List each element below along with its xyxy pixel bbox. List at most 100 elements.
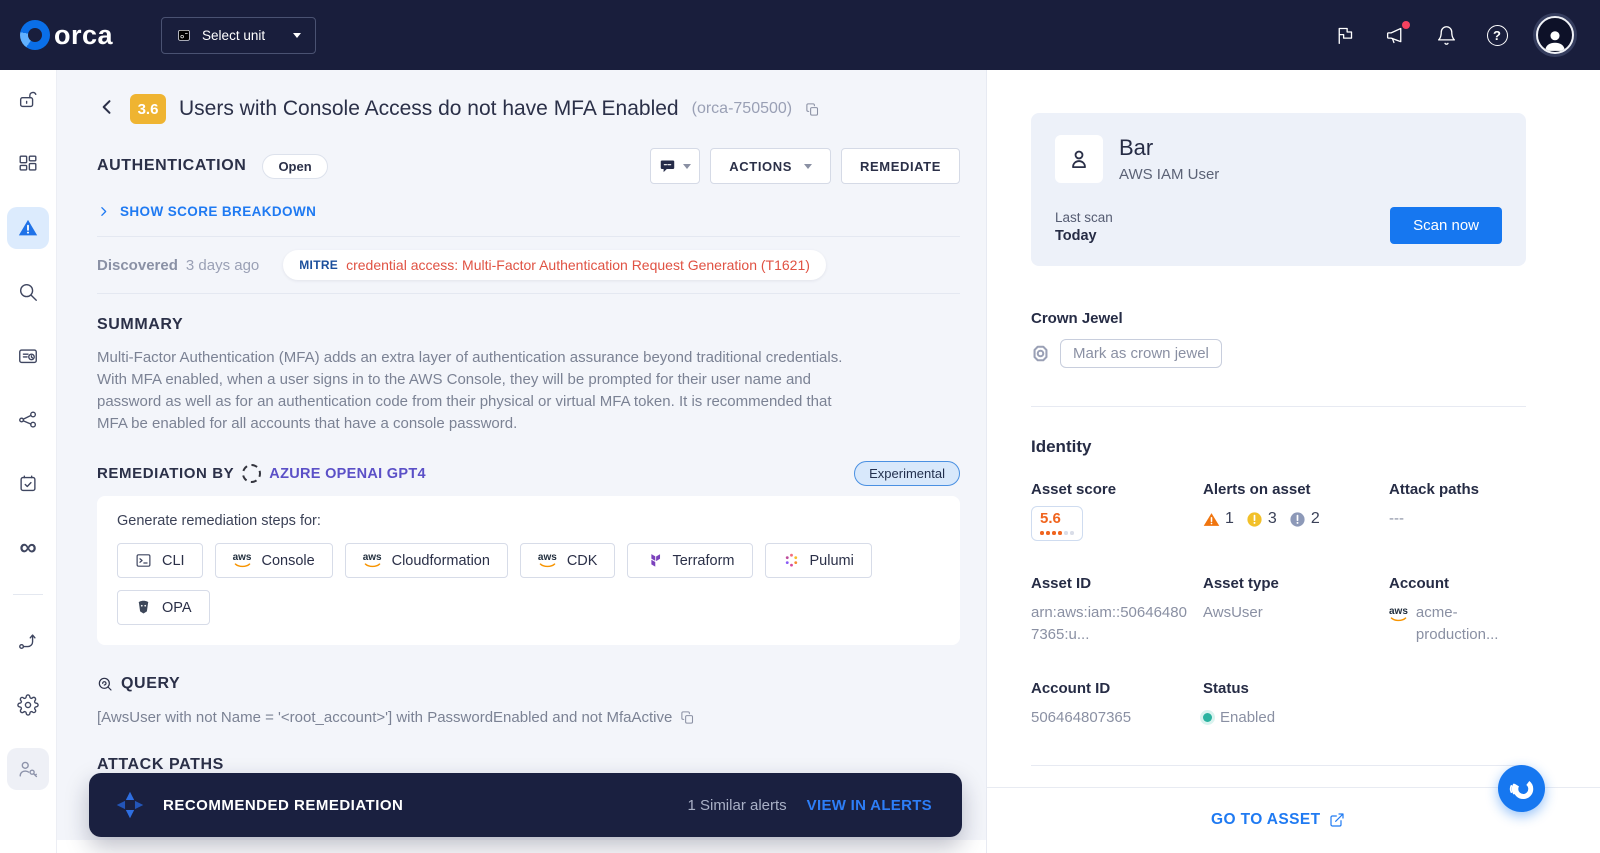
generate-steps-label: Generate remediation steps for: [117,513,321,529]
aws-icon: aws [538,553,557,568]
severity-medium-count: 3 [1246,510,1277,528]
remediation-target-console[interactable]: aws Console [214,543,333,578]
user-avatar[interactable] [1536,16,1574,54]
data-flow-icon [19,634,36,650]
query-heading: QUERY [121,675,181,692]
divider [97,293,960,294]
flag-icon[interactable] [1332,23,1356,47]
account-value: acme-production... [1415,603,1499,643]
sidebar-divider [13,594,43,595]
aws-icon: aws [1389,606,1408,646]
sidebar-item-search[interactable] [7,271,49,313]
remediate-button[interactable]: REMEDIATE [841,148,960,184]
sidebar-item-identity-access[interactable] [7,748,49,790]
chevron-left-icon [102,99,111,114]
account-label: Account [1389,574,1449,592]
alert-score-badge: 3.6 [130,94,166,124]
remediation-target-cdk[interactable]: aws CDK [519,543,616,578]
crown-jewel-heading: Crown Jewel [1031,310,1123,327]
copy-query-button[interactable] [680,710,695,725]
asset-type-value: AwsUser [1203,603,1263,621]
orca-assistant-button[interactable] [1498,765,1545,812]
summary-heading: SUMMARY [97,316,184,333]
status-badge[interactable]: Open [262,153,328,179]
sidebar-item-attack-graph[interactable] [7,399,49,441]
recommended-remediation-title: RECOMMENDED REMEDIATION [163,796,404,814]
asset-card: Bar AWS IAM User Last scan Today Scan no… [1031,113,1526,266]
account-id-value: 506464807365 [1031,708,1132,726]
show-score-breakdown-link[interactable]: SHOW SCORE BREAKDOWN [97,204,960,219]
divider [1031,406,1526,407]
remediation-by-label: REMEDIATION BY [97,465,235,482]
asset-score-value: 5.6 [1040,510,1061,527]
status-enabled-dot [1203,712,1212,722]
unit-icon [178,29,190,41]
announcements-badge-dot [1402,21,1410,29]
info-severity-icon [1290,511,1305,527]
comments-button[interactable] [650,148,701,184]
alert-triangle-icon [18,219,38,236]
comment-icon [661,159,675,172]
pulumi-icon [785,553,797,567]
aws-icon: aws [233,553,251,568]
orca-logo-icon [1509,778,1533,799]
alerts-on-asset-label: Alerts on asset [1203,481,1311,498]
chevron-right-icon [101,207,107,216]
mark-crown-jewel-button[interactable]: Mark as crown jewel [1060,339,1222,368]
remediation-target-cloudformation[interactable]: aws Cloudformation [344,543,508,578]
opa-icon [138,600,149,614]
account-id-label: Account ID [1031,679,1111,697]
sidebar-item-compliance[interactable] [7,463,49,505]
shift-left-icon: ∞ [19,534,37,561]
orca-logo[interactable]: orca [20,20,113,51]
mitre-tag[interactable]: MITRE credential access: Multi-Factor Au… [283,250,826,280]
orca-logo-icon [20,20,50,50]
identity-access-icon [19,761,38,778]
lock-open-icon [19,91,37,108]
sidebar-item-dashboard[interactable] [7,143,49,185]
asset-type-label: Asset type [1203,574,1279,592]
terminal-icon [136,554,151,567]
remediation-engine: AZURE OPENAI GPT4 [269,465,426,482]
announcements-icon[interactable] [1383,21,1410,47]
select-unit-dropdown[interactable]: Select unit [161,16,317,54]
alert-category: AUTHENTICATION [97,157,247,174]
alert-detail-panel: 3.6 Users with Console Access do not hav… [57,70,986,853]
experimental-badge: Experimental [854,461,960,486]
go-to-asset-link[interactable]: GO TO ASSET [1211,811,1345,829]
sidebar-item-inventory[interactable] [7,335,49,377]
sidebar-item-settings[interactable] [7,684,49,726]
remediation-target-terraform[interactable]: Terraform [627,543,753,578]
sidebar-item-shift-left[interactable]: ∞ [7,527,49,569]
remediation-target-cli[interactable]: CLI [117,543,203,578]
last-scan-value: Today [1055,228,1097,244]
inventory-icon [19,349,37,364]
help-icon[interactable]: ? [1485,23,1509,47]
medium-severity-icon [1247,511,1262,527]
remediation-target-opa[interactable]: OPA [117,590,210,625]
sidebar-item-data-flow[interactable] [7,620,49,662]
back-button[interactable] [97,97,117,122]
remediation-target-pulumi[interactable]: Pulumi [764,543,872,578]
navbar-actions: ? [1332,16,1574,54]
summary-text: Multi-Factor Authentication (MFA) adds a… [97,349,843,432]
discovered-value: 3 days ago [185,256,260,274]
asset-id-label: Asset ID [1031,574,1092,592]
asset-id-value: arn:aws:iam::506464807365:u... [1031,603,1187,643]
notifications-bell-icon[interactable] [1434,23,1458,47]
similar-alerts-count: 1 Similar alerts [687,796,787,814]
status-value: Enabled [1220,708,1276,726]
settings-gear-icon [17,694,39,716]
scan-now-button[interactable]: Scan now [1390,207,1502,244]
copy-alert-id-button[interactable] [805,102,820,117]
terraform-icon [651,554,661,567]
sidebar-item-lock[interactable] [7,79,49,121]
sidebar-item-alerts[interactable] [7,207,49,249]
severity-info-count: 2 [1289,510,1320,528]
status-value-row: Enabled [1203,709,1389,726]
actions-button[interactable]: ACTIONS [710,148,831,184]
view-in-alerts-link[interactable]: VIEW IN ALERTS [807,797,932,814]
iam-user-icon [1072,150,1086,169]
compliance-icon [20,475,36,492]
asset-type-icon-box [1055,135,1103,183]
